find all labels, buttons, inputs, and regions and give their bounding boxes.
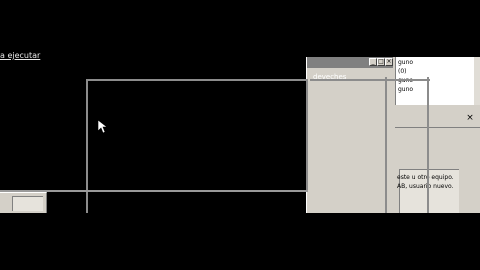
desktop[interactable]: a ejecutar _ □ × deveches guno (0) guno … [0, 36, 480, 213]
drag-outline-edge [310, 79, 430, 81]
list-scrollbar[interactable] [474, 57, 480, 105]
divider [395, 127, 480, 128]
taskbar-button[interactable] [12, 196, 43, 211]
user-list[interactable]: guno (0) guno guno [395, 57, 480, 105]
drag-outline-edge [385, 77, 387, 213]
arrow-cursor-icon [98, 120, 108, 134]
drag-outline-edge [86, 192, 88, 213]
list-item[interactable]: guno [398, 85, 413, 94]
info-text-line: este u otro equipo. [397, 174, 454, 181]
title-bar[interactable]: _ □ × [307, 57, 393, 68]
info-text-line: AB, usuario nuevo. [397, 183, 454, 190]
drag-outline [86, 79, 308, 192]
close-button[interactable]: × [385, 58, 393, 66]
minimize-button[interactable]: _ [369, 58, 377, 66]
drag-outline-edge [427, 77, 429, 213]
pane-close-icon[interactable]: × [465, 113, 475, 123]
taskbar-fragment[interactable] [0, 192, 47, 213]
screen-text: a ejecutar [0, 51, 41, 60]
drag-outline-edge [0, 190, 308, 192]
list-item[interactable]: guno [398, 58, 413, 67]
letterbox-bottom [0, 213, 480, 270]
letterbox-top [0, 0, 480, 36]
list-item[interactable]: (0) [398, 67, 407, 76]
maximize-button[interactable]: □ [377, 58, 385, 66]
